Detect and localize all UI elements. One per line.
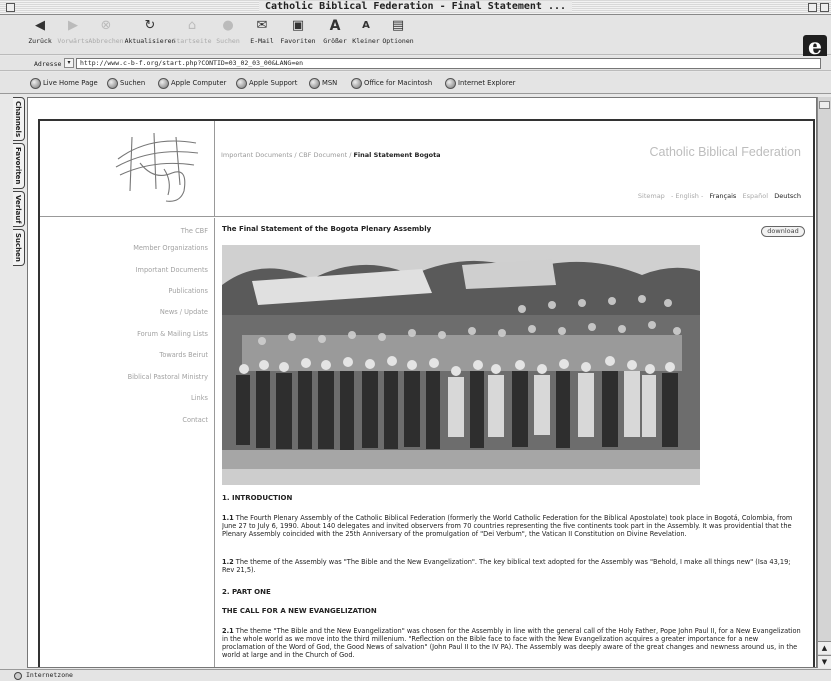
nav-item-links[interactable]: Links <box>191 394 208 402</box>
section-heading-part-one: 2. PART ONE <box>222 588 271 596</box>
forward-arrow-icon: ▶ <box>68 18 78 33</box>
web-page: Important Documents / CBF Document / Fin… <box>38 119 815 667</box>
globe-icon <box>107 77 118 89</box>
cbf-logo-icon[interactable] <box>110 129 205 207</box>
favorite-apple-support[interactable]: Apple Support <box>236 77 297 89</box>
web-viewport: Important Documents / CBF Document / Fin… <box>27 97 817 668</box>
stop-icon: ⊗ <box>100 18 112 33</box>
back-arrow-icon: ◀ <box>35 18 45 33</box>
sidetab-channels[interactable]: Channels <box>13 97 25 142</box>
section-heading-new-evangelization: THE CALL FOR A NEW EVANGELIZATION <box>222 607 377 615</box>
nav-item-important-documents[interactable]: Important Documents <box>136 266 208 274</box>
status-bar: Internetzone <box>0 669 831 681</box>
sidetab-favoriten[interactable]: Favoriten <box>13 143 25 189</box>
text-larger-icon: A <box>329 18 341 34</box>
scroll-up-arrow-icon[interactable]: ▲ <box>818 641 831 654</box>
globe-icon <box>351 77 362 89</box>
favorites-bar: Live Home Page Suchen Apple Computer App… <box>0 72 831 94</box>
language-francais[interactable]: Français <box>710 192 737 200</box>
paragraph-number: 1.1 <box>222 514 234 522</box>
globe-icon <box>30 77 41 89</box>
globe-icon <box>158 77 169 89</box>
stop-button[interactable]: ⊗ Abbrechen <box>84 18 128 52</box>
sidetab-verlauf[interactable]: Verlauf <box>13 190 25 227</box>
paragraph-1-2: 1.2 The theme of the Assembly was "The B… <box>222 558 791 574</box>
logo-cell <box>40 121 215 217</box>
nav-item-news-update[interactable]: News / Update <box>160 308 208 316</box>
document-title: The Final Statement of the Bogota Plenar… <box>222 225 432 233</box>
paragraph-number: 1.2 <box>222 558 234 566</box>
language-english[interactable]: - English - <box>671 192 703 200</box>
zoom-box[interactable] <box>808 3 817 12</box>
address-label: Adresse <box>34 60 62 68</box>
paragraph-number: 2.1 <box>222 627 234 635</box>
section-heading-introduction: 1. INTRODUCTION <box>222 494 293 502</box>
site-title: Catholic Biblical Federation <box>649 145 801 159</box>
group-photo <box>222 245 700 485</box>
nav-item-member-organizations[interactable]: Member Organizations <box>133 244 208 252</box>
scroll-thumb[interactable] <box>819 101 830 109</box>
language-deutsch[interactable]: Deutsch <box>774 192 801 200</box>
favorite-internet-explorer[interactable]: Internet Explorer <box>445 77 515 89</box>
nav-item-forum-mailing-lists[interactable]: Forum & Mailing Lists <box>137 330 208 338</box>
scroll-down-arrow-icon[interactable]: ▼ <box>818 655 831 668</box>
favorite-office-for-macintosh[interactable]: Office for Macintosh <box>351 77 432 89</box>
breadcrumb-links[interactable]: Important Documents / CBF Document / <box>221 151 353 159</box>
globe-icon <box>236 77 247 89</box>
nav-item-the-cbf[interactable]: The CBF <box>181 227 208 235</box>
window-title: Catholic Biblical Federation - Final Sta… <box>0 1 831 12</box>
language-espanol[interactable]: Español <box>743 192 769 200</box>
search-icon: ● <box>222 18 234 33</box>
favorite-msn[interactable]: MSN <box>309 77 337 89</box>
internet-zone-icon <box>14 672 22 680</box>
security-zone-label: Internetzone <box>26 671 73 679</box>
globe-icon <box>309 77 320 89</box>
nav-item-contact[interactable]: Contact <box>182 416 208 424</box>
refresh-icon: ↻ <box>144 18 156 33</box>
url-input[interactable]: http://www.c-b-f.org/start.php?CONTID=03… <box>76 58 821 69</box>
main-content: The Final Statement of the Bogota Plenar… <box>222 218 807 667</box>
options-button[interactable]: ▤ Optionen <box>376 18 420 52</box>
paragraph-1-1: 1.1 The Fourth Plenary Assembly of the C… <box>222 514 793 538</box>
sidetab-suchen[interactable]: Suchen <box>13 228 25 266</box>
language-switcher: Sitemap - English - Français Español Deu… <box>638 192 801 200</box>
vertical-scrollbar[interactable]: ▲ ▼ <box>817 97 831 668</box>
browser-toolbar: ◀ Zurück ▶ Vorwärts ⊗ Abbrechen ↻ Aktual… <box>0 15 831 61</box>
favorite-apple-computer[interactable]: Apple Computer <box>158 77 226 89</box>
favorites-icon: ▣ <box>291 18 305 33</box>
download-button[interactable]: download <box>761 226 805 237</box>
site-nav: The CBF Member Organizations Important D… <box>40 218 215 667</box>
text-smaller-icon: A <box>362 20 370 31</box>
mail-icon: ✉ <box>256 18 268 33</box>
globe-icon <box>445 77 456 89</box>
nav-item-publications[interactable]: Publications <box>168 287 208 295</box>
nav-item-towards-beirut[interactable]: Towards Beirut <box>159 351 208 359</box>
home-icon: ⌂ <box>187 18 197 33</box>
address-bar: Adresse ▾ http://www.c-b-f.org/start.php… <box>0 56 831 71</box>
sitemap-link[interactable]: Sitemap <box>638 192 665 200</box>
explorer-side-tabs: Channels Favoriten Verlauf Suchen <box>13 97 25 268</box>
breadcrumb-current: Final Statement Bogota <box>353 151 441 159</box>
address-dropdown-button[interactable]: ▾ <box>64 58 74 68</box>
title-bar[interactable]: Catholic Biblical Federation - Final Sta… <box>0 0 831 15</box>
breadcrumb: Important Documents / CBF Document / Fin… <box>221 151 441 159</box>
favorite-live-home-page[interactable]: Live Home Page <box>30 77 98 89</box>
favorite-suchen[interactable]: Suchen <box>107 77 145 89</box>
paragraph-2-1: 2.1 The theme "The Bible and the New Eva… <box>222 627 801 659</box>
options-icon: ▤ <box>391 18 405 33</box>
refresh-button[interactable]: ↻ Aktualisieren <box>124 18 176 52</box>
collapse-box[interactable] <box>820 3 829 12</box>
site-header: Important Documents / CBF Document / Fin… <box>40 121 813 217</box>
nav-item-biblical-pastoral-ministry[interactable]: Biblical Pastoral Ministry <box>128 373 208 381</box>
